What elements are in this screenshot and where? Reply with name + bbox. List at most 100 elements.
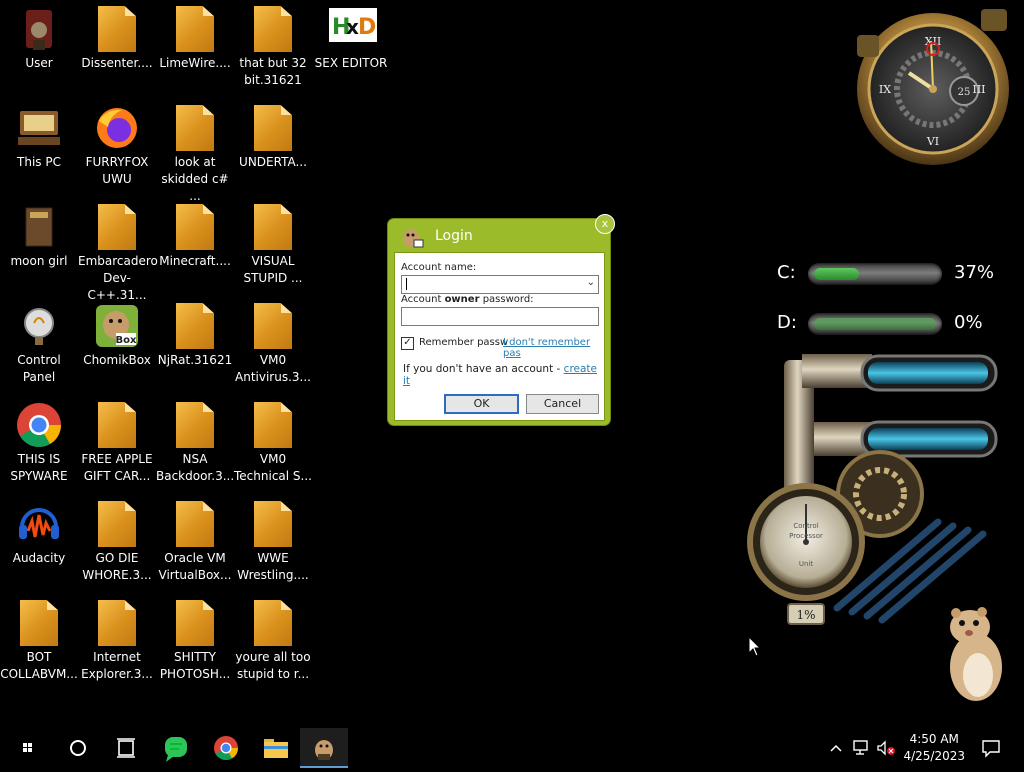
desktop-icon[interactable]: This PC	[0, 105, 78, 171]
login-dialog: Login x Account name: ⌄ Account owner pa…	[388, 214, 615, 425]
desktop-icon[interactable]: that but 32 bit.31621	[234, 6, 312, 89]
chevron-down-icon[interactable]: ⌄	[587, 277, 595, 288]
cpu-percent: 1%	[796, 608, 815, 622]
desktop-icon[interactable]: Control Panel	[0, 303, 78, 386]
file-icon	[250, 501, 296, 547]
clock-date: 4/25/2023	[903, 749, 965, 763]
clock-date-number: 25	[958, 87, 971, 98]
drive-label: D:	[777, 312, 797, 333]
desktop-icon-label: SHITTY PHOTOSH...	[159, 650, 231, 681]
notifications-button[interactable]	[980, 738, 1002, 762]
chomikbox-icon: Box	[94, 303, 140, 349]
file-icon	[172, 501, 218, 547]
file-icon	[250, 303, 296, 349]
search-button[interactable]	[54, 728, 102, 768]
task-view-button[interactable]	[102, 728, 150, 768]
desktop-icon[interactable]: Box ChomikBox	[78, 303, 156, 369]
desktop-icon-label: FURRYFOX UWU	[85, 155, 149, 186]
user-folder-icon	[16, 6, 62, 52]
file-icon	[94, 501, 140, 547]
cancel-button[interactable]: Cancel	[526, 394, 599, 414]
taskbar: 4:50 AM 4/25/2023	[0, 728, 1024, 768]
desktop-icon[interactable]: NSA Backdoor.3...	[156, 402, 234, 485]
file-icon	[172, 105, 218, 151]
hamster-mascot-icon[interactable]	[940, 605, 1008, 705]
desktop-icon[interactable]: WWE Wrestling....	[234, 501, 312, 584]
desktop-icon[interactable]: moon girl	[0, 204, 78, 270]
audacity-icon	[16, 501, 62, 547]
desktop-icon[interactable]: Dissenter....	[78, 6, 156, 72]
desktop-icon[interactable]: GO DIE WHORE.3...	[78, 501, 156, 584]
start-button[interactable]	[4, 728, 52, 768]
desktop-icon-label: SEX EDITOR	[314, 56, 388, 70]
system-clock[interactable]: 4:50 AM 4/25/2023	[903, 731, 965, 765]
forgot-password-link[interactable]: I don't remember pas	[503, 337, 604, 359]
gauge-label-2: Processor	[789, 532, 823, 540]
desktop-icon[interactable]: Oracle VM VirtualBox...	[156, 501, 234, 584]
text-caret	[406, 278, 407, 290]
chomikbox-icon	[315, 740, 333, 760]
desktop-icon-label: youre all too stupid to r...	[235, 650, 311, 681]
password-field[interactable]	[401, 307, 599, 326]
desktop-icon-label: WWE Wrestling....	[237, 551, 309, 582]
network-icon	[853, 740, 868, 755]
show-hidden-icons-button[interactable]	[828, 740, 844, 760]
desktop-icon[interactable]: SHITTY PHOTOSH...	[156, 600, 234, 683]
file-icon	[172, 204, 218, 250]
desktop-icon[interactable]: Internet Explorer.3...	[78, 600, 156, 683]
desktop-icon[interactable]: Embarcadero Dev-C++.31...	[78, 204, 158, 304]
chrome-icon	[16, 402, 62, 448]
volume-button[interactable]	[876, 739, 896, 761]
desktop-icon[interactable]: User	[0, 6, 78, 72]
desktop-icon[interactable]: BOT COLLABVM...	[0, 600, 78, 683]
taskbar-chrome[interactable]	[202, 728, 250, 768]
desktop-icon-label: FREE APPLE GIFT CAR...	[81, 452, 153, 483]
task-view-icon	[117, 738, 135, 758]
desktop-icon-label: BOT COLLABVM...	[0, 650, 78, 681]
desktop-icon[interactable]: FURRYFOX UWU	[78, 105, 156, 188]
clock-gadget[interactable]: 25 XII III VI IX	[851, 5, 1015, 169]
desktop-icon[interactable]: youre all too stupid to r...	[234, 600, 312, 683]
file-icon	[250, 204, 296, 250]
desktop-icon-label: moon girl	[10, 254, 68, 268]
desktop-icon-label: VISUAL STUPID ...	[243, 254, 303, 285]
login-title: Login	[435, 228, 473, 244]
close-button[interactable]: x	[595, 214, 615, 234]
ok-button[interactable]: OK	[444, 394, 519, 414]
desktop-icon-label: Dissenter....	[81, 56, 153, 70]
desktop-icon[interactable]: VISUAL STUPID ...	[234, 204, 312, 287]
file-icon	[172, 6, 218, 52]
desktop-icon[interactable]: UNDERTA...	[234, 105, 312, 171]
desktop-icon[interactable]: Minecraft....	[156, 204, 234, 270]
remember-password-label[interactable]: Remember passw	[419, 337, 508, 348]
drive-percent: 0%	[954, 312, 983, 333]
chomikbox-hamster-icon	[400, 224, 424, 248]
file-icon	[250, 402, 296, 448]
file-icon	[94, 204, 140, 250]
login-titlebar[interactable]: Login x	[388, 214, 615, 253]
file-icon	[250, 600, 296, 646]
desktop-icon[interactable]: LimeWire....	[156, 6, 234, 72]
chevron-up-icon	[830, 744, 842, 752]
file-explorer-icon	[264, 739, 288, 758]
svg-text:D: D	[358, 15, 376, 40]
taskbar-chat-app[interactable]	[152, 728, 200, 768]
desktop-icon[interactable]: NjRat.31621	[156, 303, 234, 369]
drive-usage-fill	[814, 318, 936, 330]
desktop-icon[interactable]: THIS IS SPYWARE	[0, 402, 78, 485]
desktop-icon[interactable]: VM0 Technical S...	[234, 402, 312, 485]
network-button[interactable]	[852, 739, 872, 761]
svg-text:III: III	[972, 83, 985, 96]
desktop-icon[interactable]: VM0 Antivirus.3...	[234, 303, 312, 386]
account-name-combobox[interactable]: ⌄	[401, 275, 599, 294]
taskbar-file-explorer[interactable]	[252, 728, 300, 768]
desktop-icon[interactable]: Audacity	[0, 501, 78, 567]
desktop-icon[interactable]: look at skidded c# ...	[156, 105, 234, 205]
file-icon	[172, 303, 218, 349]
taskbar-chomikbox[interactable]	[300, 728, 348, 768]
desktop-icon[interactable]: FREE APPLE GIFT CAR...	[78, 402, 156, 485]
desktop-icon[interactable]: Hx D SEX EDITOR	[312, 6, 390, 72]
desktop-icon-label: This PC	[17, 155, 61, 169]
desktop-icon-label: Embarcadero Dev-C++.31...	[78, 254, 158, 302]
remember-password-checkbox[interactable]: ✓	[401, 337, 414, 350]
